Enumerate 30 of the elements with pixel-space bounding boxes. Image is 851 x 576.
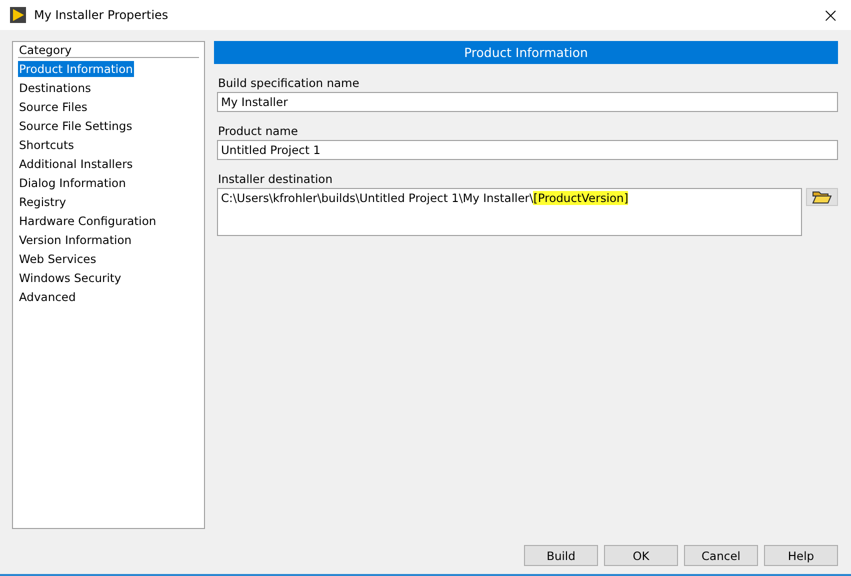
category-item[interactable]: Source Files — [18, 99, 88, 115]
dialog-button[interactable]: OK — [604, 545, 678, 566]
category-item[interactable]: Web Services — [18, 251, 98, 267]
field-label: Installer destination — [218, 172, 334, 186]
dialog-button[interactable]: Build — [524, 545, 598, 566]
window-title: My Installer Properties — [34, 8, 170, 22]
category-item[interactable]: Shortcuts — [18, 137, 75, 153]
field-label: Product name — [218, 124, 299, 138]
folder-icon — [812, 190, 832, 204]
list-header: Category — [18, 43, 199, 58]
destination-field[interactable]: C:\Users\kfrohler\builds\Untitled Project 1\My Installer\[ProductVersion] — [217, 188, 802, 236]
dialog-button[interactable]: Cancel — [684, 545, 758, 566]
category-item[interactable]: Additional Installers — [18, 156, 134, 172]
category-item[interactable]: Product Information — [18, 61, 134, 77]
panel-header: Product Information — [214, 41, 838, 64]
dialog-button[interactable]: Help — [764, 545, 838, 566]
category-item[interactable]: Source File Settings — [18, 118, 134, 134]
input-field[interactable]: Untitled Project 1 — [217, 140, 838, 160]
app-icon — [10, 7, 26, 23]
category-item[interactable]: Windows Security — [18, 270, 122, 286]
category-item[interactable]: Advanced — [18, 289, 77, 305]
category-item[interactable]: Dialog Information — [18, 175, 127, 191]
input-field[interactable]: My Installer — [217, 92, 838, 112]
category-item[interactable]: Hardware Configuration — [18, 213, 158, 229]
category-item[interactable]: Destinations — [18, 80, 92, 96]
category-item[interactable]: Registry — [18, 194, 68, 210]
category-item[interactable]: Version Information — [18, 232, 133, 248]
browse-button[interactable] — [806, 188, 838, 206]
close-button[interactable]: × — [822, 3, 839, 27]
field-label: Build specification name — [218, 76, 360, 90]
